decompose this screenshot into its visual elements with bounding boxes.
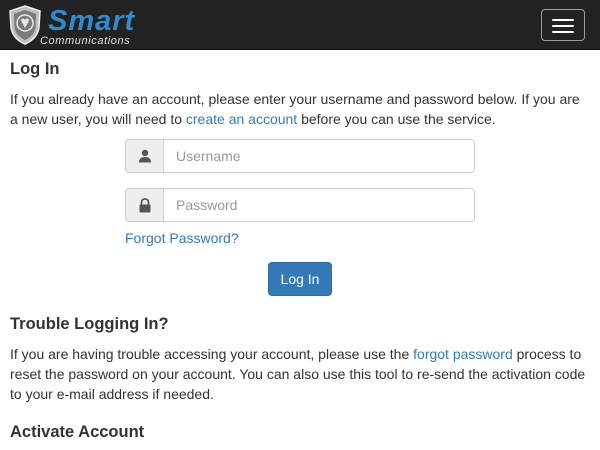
lock-icon — [139, 198, 151, 213]
navbar-toggle-button[interactable] — [541, 9, 585, 41]
login-button[interactable]: Log In — [268, 262, 332, 296]
brand-name: Smart — [48, 5, 136, 37]
username-input[interactable] — [163, 139, 475, 173]
username-group — [125, 139, 475, 173]
username-addon — [125, 139, 164, 173]
create-account-link[interactable]: create an account — [186, 111, 297, 127]
password-addon — [125, 188, 164, 222]
forgot-password-link[interactable]: Forgot Password? — [125, 228, 239, 248]
trouble-text-start: If you are having trouble accessing your… — [10, 346, 414, 362]
trouble-heading: Trouble Logging In? — [10, 315, 169, 333]
password-input[interactable] — [163, 188, 475, 222]
brand-subtitle: Communications — [40, 35, 131, 47]
shield-logo-icon — [9, 5, 41, 45]
user-icon — [139, 149, 151, 163]
activate-heading: Activate Account — [10, 423, 145, 441]
trouble-text: If you are having trouble accessing your… — [10, 344, 590, 404]
navbar: Smart Communications — [0, 0, 600, 50]
login-heading: Log In — [10, 60, 60, 78]
forgot-password-inline-link[interactable]: forgot password — [413, 346, 513, 362]
brand-logo[interactable]: Smart Communications — [8, 5, 140, 47]
login-intro: If you already have an account, please e… — [10, 89, 590, 129]
login-intro-text-end: before you can use the service. — [297, 111, 496, 127]
password-group — [125, 188, 475, 222]
